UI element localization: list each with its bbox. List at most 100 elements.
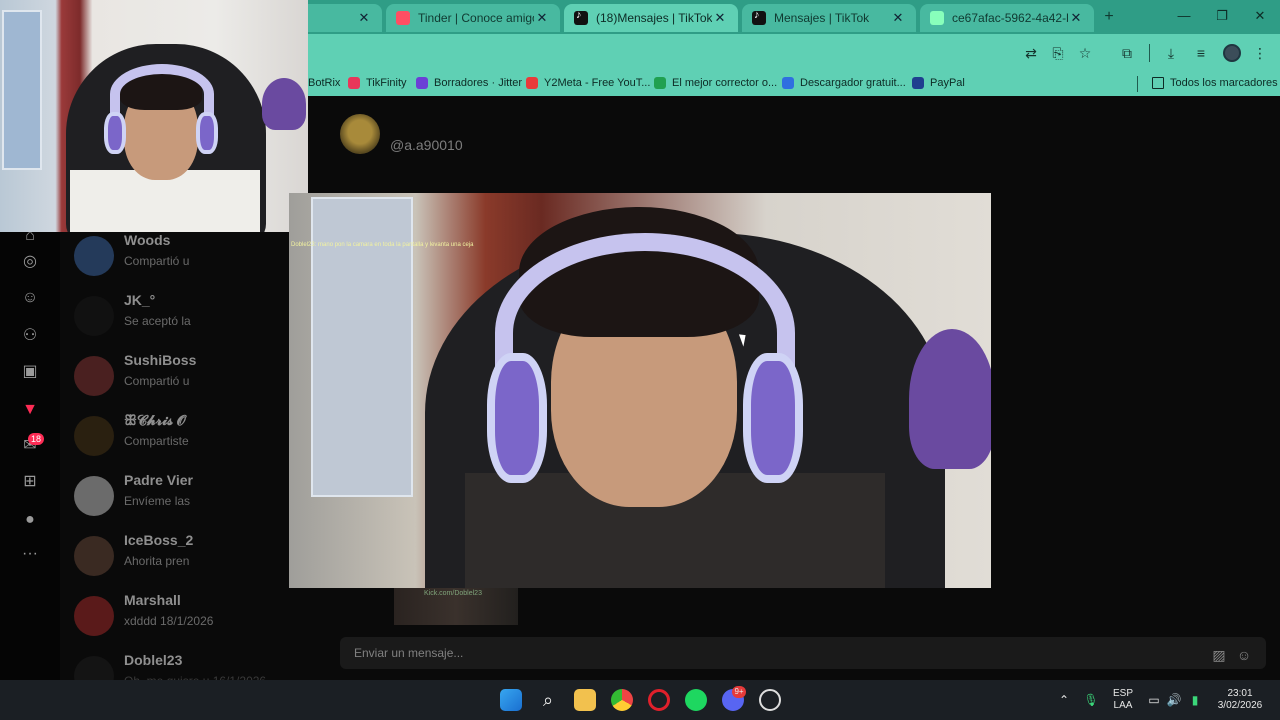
bookmark-label: Y2Meta - Free YouT... (544, 77, 651, 89)
following-icon[interactable]: ☺ (20, 288, 40, 308)
new-tab-button[interactable]: + (1100, 8, 1118, 26)
conversation-item[interactable]: JK_° Se aceptó la (74, 290, 314, 340)
search-icon[interactable]: ⌕ (537, 689, 559, 711)
y2meta-icon (526, 77, 538, 89)
folder-icon (1152, 77, 1164, 89)
download-icon (782, 77, 794, 89)
chevron-up-icon[interactable]: ⌃ (1056, 692, 1072, 708)
conversation-item[interactable]: Woods Compartió u (74, 230, 314, 280)
headset-cup (487, 353, 547, 483)
browser-tab-tiktok-active[interactable]: (18)Mensajes | TikTok ✕ (564, 4, 738, 32)
conversation-preview: Compartiste (124, 434, 189, 448)
conversation-preview: Compartió u (124, 374, 190, 388)
bookmark-descargador[interactable]: Descargador gratuit... (782, 77, 906, 89)
clock-time: 23:01 (1227, 688, 1253, 699)
friends-icon[interactable]: ⚇ (20, 326, 40, 346)
tinder-icon (396, 11, 410, 25)
all-bookmarks-label: Todos los marcadores (1170, 77, 1278, 89)
more-menu-icon[interactable]: ⋮ (1251, 44, 1269, 62)
avatar (74, 356, 114, 396)
bookmark-paypal[interactable]: PayPal (912, 77, 965, 89)
conversation-name: Marshall (124, 592, 181, 608)
conversation-name: IceBoss_2 (124, 532, 194, 548)
notification-badge: 18 (28, 433, 45, 445)
tab-close-icon[interactable]: ✕ (890, 10, 906, 26)
emoji-icon[interactable]: ☺ (1235, 646, 1253, 664)
browser-tab-tiktok[interactable]: Mensajes | TikTok ✕ (742, 4, 916, 32)
message-input[interactable] (354, 644, 1174, 662)
jitter-icon (416, 77, 428, 89)
shared-video-thumbnail[interactable]: Kick.com/Doblel23 (394, 588, 518, 625)
all-bookmarks[interactable]: Todos los marcadores (1152, 77, 1278, 89)
tab-title: ce67afac-5962-4a42-b6a (952, 11, 1068, 25)
microphone-icon[interactable]: 🎙 (1083, 692, 1099, 708)
chat-header-username[interactable]: @a.a90010 (390, 137, 463, 153)
explore-icon[interactable]: ◎ (20, 252, 40, 272)
file-explorer-icon[interactable] (574, 689, 596, 711)
conversation-item[interactable]: IceBoss_2 Ahorita pren (74, 530, 314, 580)
clock[interactable]: 23:01 3/02/2026 (1212, 688, 1268, 712)
tab-close-icon[interactable]: ✕ (356, 10, 372, 26)
conversation-item[interactable]: ꕥ𝓒𝓱𝓻𝓲𝓼 𝓞 Compartiste (74, 410, 314, 460)
live-icon[interactable]: ▣ (20, 362, 40, 382)
language-code: ESP (1112, 688, 1133, 699)
bookmark-star-icon[interactable]: ☆ (1076, 44, 1094, 62)
install-app-icon[interactable]: ⎘ (1049, 44, 1067, 62)
bookmark-label: TikFinity (366, 77, 407, 89)
bookmark-corrector[interactable]: El mejor corrector o... (654, 77, 777, 89)
conversation-preview: xdddd 18/1/2026 (124, 614, 214, 628)
restore-button[interactable]: ❐ (1212, 8, 1232, 26)
bookmark-jitter[interactable]: Borradores · Jitter (416, 77, 522, 89)
tab-close-icon[interactable]: ✕ (534, 10, 550, 26)
close-window-button[interactable]: ✕ (1250, 8, 1270, 26)
bookmark-label: BotRix (308, 77, 341, 89)
battery-icon[interactable]: ▮ (1187, 692, 1203, 708)
more-icon[interactable]: ··· (20, 544, 40, 564)
headset-cup (196, 112, 218, 154)
bookmark-label: El mejor corrector o... (672, 77, 778, 89)
conversation-preview: Se aceptó la (124, 314, 191, 328)
tab-close-icon[interactable]: ✕ (712, 10, 728, 26)
paypal-icon (912, 77, 924, 89)
bookmark-tikfinity[interactable]: TikFinity (348, 77, 407, 89)
profile-avatar[interactable] (1223, 44, 1241, 62)
conversation-item[interactable]: Marshall xdddd 18/1/2026 (74, 590, 314, 640)
network-icon[interactable]: ▭ (1146, 692, 1162, 708)
upload-icon[interactable]: ⊞ (20, 472, 40, 492)
bookmark-label: PayPal (930, 77, 965, 89)
chat-header-avatar[interactable] (340, 114, 380, 154)
steam-icon[interactable] (759, 689, 781, 711)
browser-tab-tinder[interactable]: Tinder | Conoce amigos y ✕ (386, 4, 560, 32)
spotify-icon[interactable] (685, 689, 707, 711)
webcam-main-overlay: Doblel23: mano pon la camara en toda la … (289, 193, 991, 588)
messages-icon[interactable]: ▼ (20, 400, 40, 420)
media-control-icon[interactable]: ≡ (1192, 44, 1210, 62)
tiktok-icon (574, 9, 588, 25)
conversation-item[interactable]: Padre Vier Envíeme las (74, 470, 314, 520)
tab-close-icon[interactable]: ✕ (1068, 10, 1084, 26)
volume-icon[interactable]: 🔊 (1166, 692, 1182, 708)
bookmarks-divider (1137, 76, 1138, 92)
profile-icon[interactable]: ● (20, 510, 40, 530)
corrector-icon (654, 77, 666, 89)
translate-icon[interactable]: ⇄ (1022, 44, 1040, 62)
bookmark-y2meta[interactable]: Y2Meta - Free YouT... (526, 77, 650, 89)
downloads-icon[interactable]: ⤓ (1162, 44, 1180, 62)
minimize-button[interactable]: — (1174, 8, 1194, 26)
opera-icon[interactable] (648, 689, 670, 711)
browser-tab-1[interactable]: ✕ (300, 4, 382, 32)
extensions-icon[interactable]: ⧉ (1118, 44, 1136, 62)
bookmark-botrix[interactable]: BotRix (308, 77, 340, 89)
conversation-preview: Compartió u (124, 254, 190, 268)
headset-cup (104, 112, 126, 154)
browser-tab-uuid[interactable]: ce67afac-5962-4a42-b6a ✕ (920, 4, 1094, 32)
conversation-name: Woods (124, 232, 171, 248)
avatar (74, 296, 114, 336)
avatar (74, 596, 114, 636)
headset-cup (743, 353, 803, 483)
chrome-icon[interactable] (611, 689, 633, 711)
language-indicator[interactable]: ESP LAA (1108, 688, 1138, 712)
conversation-item[interactable]: SushiBoss Compartió u (74, 350, 314, 400)
image-upload-icon[interactable]: ▨ (1210, 646, 1228, 664)
start-icon[interactable] (500, 689, 522, 711)
